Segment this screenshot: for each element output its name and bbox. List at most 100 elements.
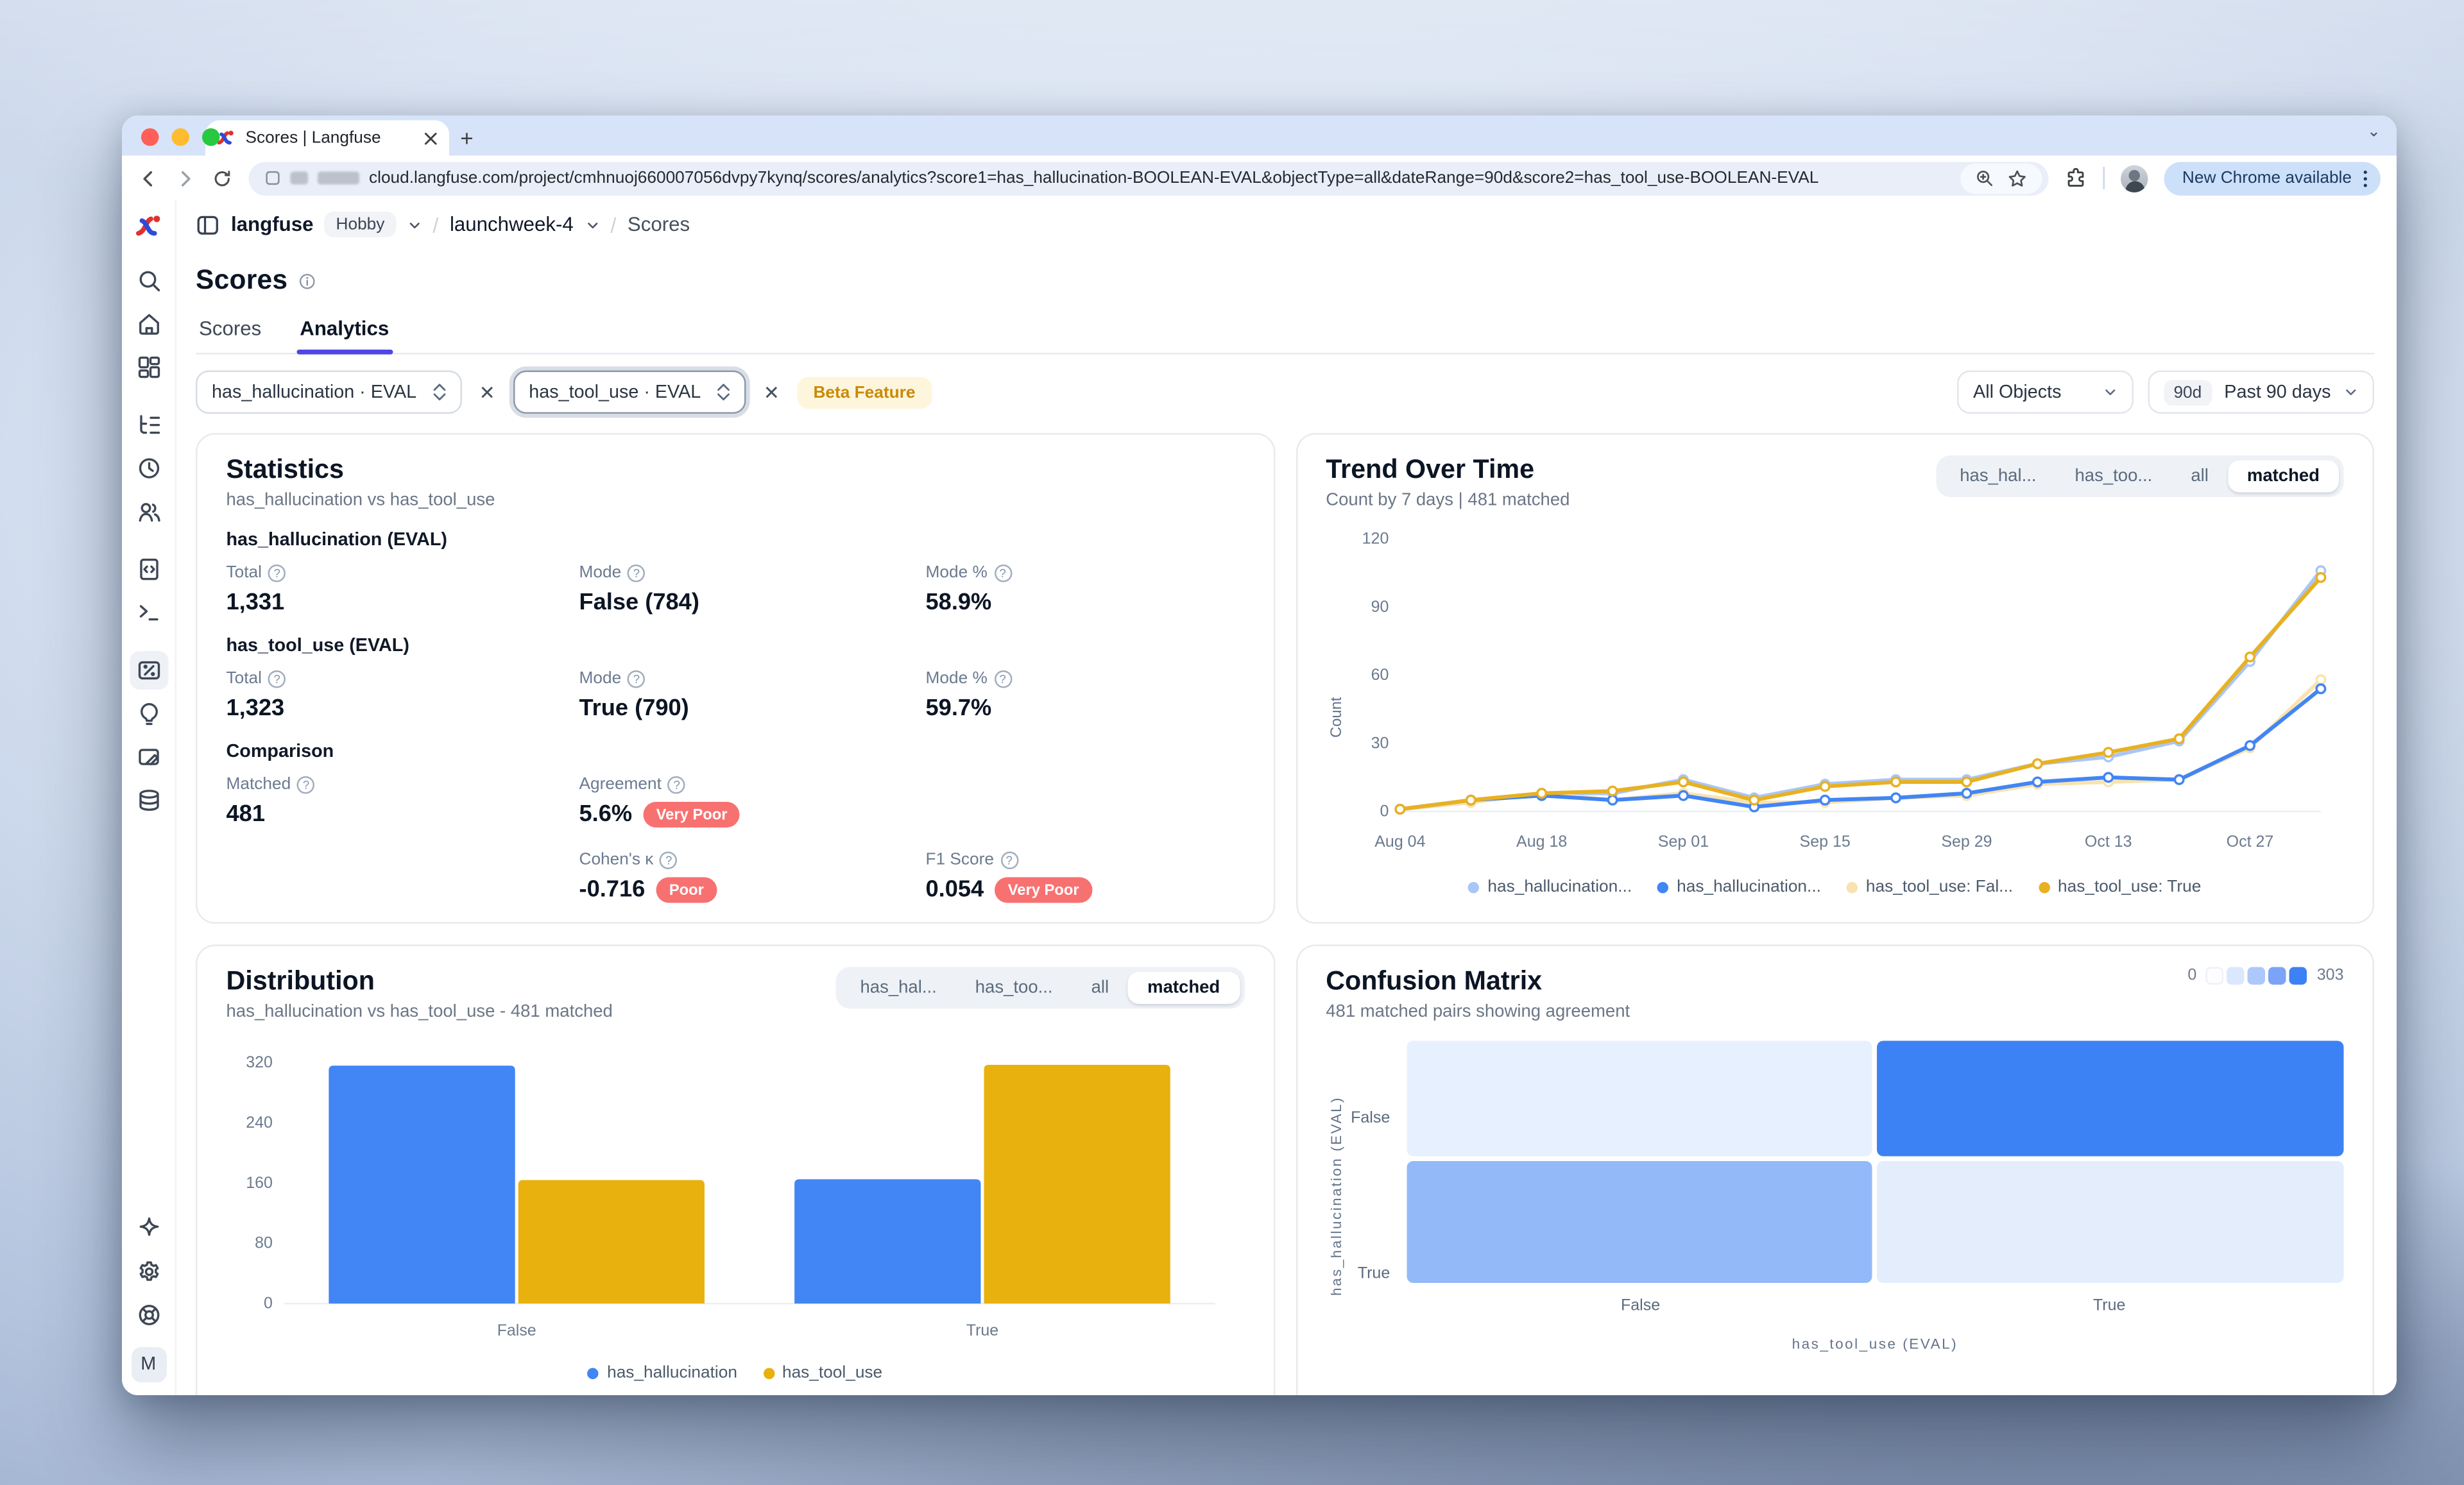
help-icon[interactable]: ?	[268, 564, 286, 582]
info-icon[interactable]	[299, 272, 317, 290]
score1-select[interactable]: has_hallucination · EVAL	[196, 371, 461, 414]
legend-item[interactable]: has_hallucination...	[1468, 878, 1632, 897]
sidebar-item-users[interactable]	[129, 493, 167, 531]
extensions-puzzle-icon[interactable]	[2065, 167, 2087, 189]
site-info-icon[interactable]	[265, 170, 281, 186]
sidebar-toggle-icon[interactable]	[196, 212, 220, 237]
range-badge: 90d	[2164, 379, 2211, 405]
matrix-cell-False-False[interactable]	[1406, 1041, 1872, 1157]
sidebar-item-sessions[interactable]	[129, 449, 167, 488]
tab-search-chevron-icon[interactable]: ⌄	[2367, 124, 2381, 142]
browser-tabstrip: Scores | Langfuse + ⌄	[122, 115, 2397, 156]
back-button[interactable]	[138, 167, 159, 189]
page-title: Scores	[196, 265, 287, 297]
remove-score1-button[interactable]: ✕	[476, 378, 499, 407]
help-icon[interactable]: ?	[297, 776, 315, 793]
sidebar-item-evaluators[interactable]	[129, 695, 167, 733]
object-type-select[interactable]: All Objects	[1957, 371, 2134, 414]
sidebar-item-annotation[interactable]	[129, 738, 167, 776]
help-icon[interactable]: ?	[994, 564, 1012, 582]
langfuse-logo[interactable]	[134, 212, 163, 241]
close-window-button[interactable]	[141, 128, 159, 146]
browser-tab[interactable]: Scores | Langfuse	[205, 121, 449, 156]
trend-line-chart[interactable]: 0306090120Aug 04Aug 18Sep 01Sep 15Sep 29…	[1347, 523, 2344, 871]
sidebar-item-support[interactable]	[129, 1296, 167, 1334]
matrix-cell-False-True[interactable]	[1878, 1041, 2344, 1157]
legend-item[interactable]: has_hallucination	[588, 1363, 737, 1382]
confusion-row-labels: False True	[1351, 1041, 1399, 1352]
scale-swatch	[2289, 967, 2307, 985]
breadcrumb-org[interactable]: langfuse	[231, 214, 314, 236]
sidebar-item-dashboards[interactable]	[129, 348, 167, 387]
close-tab-icon[interactable]	[424, 131, 438, 146]
view-tab-all[interactable]: all	[2171, 461, 2228, 493]
sidebar-item-upgrade[interactable]	[129, 1209, 167, 1248]
breadcrumb-page[interactable]: Scores	[628, 214, 690, 236]
kebab-menu-icon[interactable]	[2363, 167, 2368, 189]
sidebar-item-search[interactable]	[129, 262, 167, 300]
confusion-matrix-grid[interactable]	[1406, 1041, 2343, 1284]
breadcrumb-divider: /	[432, 212, 438, 237]
sidebar-item-settings[interactable]	[129, 1253, 167, 1291]
matrix-cell-True-False[interactable]	[1406, 1161, 1872, 1283]
sidebar-item-datasets[interactable]	[129, 781, 167, 820]
breadcrumb-project[interactable]: launchweek-4	[450, 214, 574, 236]
score2-select[interactable]: has_tool_use · EVAL	[513, 371, 746, 414]
new-tab-button[interactable]: +	[449, 121, 484, 156]
view-tab-hashal[interactable]: has_hal...	[841, 972, 956, 1004]
confusion-subtitle: 481 matched pairs showing agreement	[1326, 1003, 1630, 1022]
chrome-update-pill[interactable]: New Chrome available	[2164, 161, 2381, 195]
url-text[interactable]: cloud.langfuse.com/project/cmhnuoj660007…	[369, 169, 1951, 188]
date-range-select[interactable]: 90d Past 90 days	[2148, 371, 2374, 414]
chevron-down-icon[interactable]	[407, 217, 422, 232]
minimize-window-button[interactable]	[172, 128, 190, 146]
statistics-title: Statistics	[227, 455, 1244, 486]
remove-score2-button[interactable]: ✕	[760, 378, 783, 407]
user-avatar[interactable]: M	[131, 1347, 166, 1382]
sidebar-item-scores[interactable]	[129, 651, 167, 690]
help-icon[interactable]: ?	[1000, 851, 1018, 869]
help-icon[interactable]: ?	[660, 851, 678, 869]
view-tab-hastoo[interactable]: has_too...	[2056, 461, 2172, 493]
view-tab-matched[interactable]: matched	[1128, 972, 1239, 1004]
sidebar-item-home[interactable]	[129, 305, 167, 343]
svg-text:0: 0	[1379, 802, 1388, 820]
address-bar[interactable]: cloud.langfuse.com/project/cmhnuoj660007…	[249, 161, 2049, 195]
prompts-icon	[135, 557, 161, 582]
tab-analytics[interactable]: Analytics	[296, 318, 392, 353]
view-tab-hashal[interactable]: has_hal...	[1940, 461, 2055, 493]
chevron-down-icon[interactable]	[585, 217, 599, 232]
help-icon[interactable]: ?	[668, 776, 686, 793]
help-icon[interactable]: ?	[628, 670, 646, 688]
legend-item[interactable]: has_tool_use	[763, 1363, 882, 1382]
legend-item[interactable]: has_hallucination...	[1657, 878, 1821, 897]
zoom-window-button[interactable]	[202, 128, 220, 146]
view-tab-hastoo[interactable]: has_too...	[956, 972, 1072, 1004]
help-icon[interactable]: ?	[994, 670, 1012, 688]
svg-text:90: 90	[1370, 598, 1388, 616]
view-tab-matched[interactable]: matched	[2228, 461, 2339, 493]
help-icon[interactable]: ?	[628, 564, 646, 582]
range-value: Past 90 days	[2224, 382, 2331, 402]
tab-scores[interactable]: Scores	[196, 318, 264, 353]
matrix-cell-True-True[interactable]	[1878, 1161, 2344, 1283]
svg-text:240: 240	[246, 1114, 273, 1132]
svg-text:Oct 27: Oct 27	[2225, 833, 2273, 851]
help-icon[interactable]: ?	[268, 670, 286, 688]
forward-button[interactable]	[175, 167, 196, 189]
zoom-page-icon[interactable]	[1975, 169, 1994, 188]
sidebar-item-playground[interactable]	[129, 593, 167, 632]
sidebar-item-tracing[interactable]	[129, 406, 167, 445]
view-tab-all[interactable]: all	[1072, 972, 1129, 1004]
distribution-bar-chart[interactable]: 080160240320FalseTrue	[227, 1035, 1244, 1357]
sidebar-item-prompts[interactable]	[129, 550, 167, 589]
distribution-legend: has_hallucination has_tool_use	[227, 1363, 1244, 1382]
scale-min-label: 0	[2187, 967, 2196, 985]
legend-item[interactable]: has_tool_use: Fal...	[1847, 878, 2013, 897]
profile-avatar[interactable]	[2121, 164, 2149, 192]
bookmark-star-icon[interactable]	[2007, 167, 2028, 189]
browser-toolbar: cloud.langfuse.com/project/cmhnuoj660007…	[122, 156, 2397, 201]
window-controls[interactable]	[141, 128, 220, 146]
legend-item[interactable]: has_tool_use: True	[2039, 878, 2201, 897]
reload-button[interactable]	[212, 167, 233, 189]
